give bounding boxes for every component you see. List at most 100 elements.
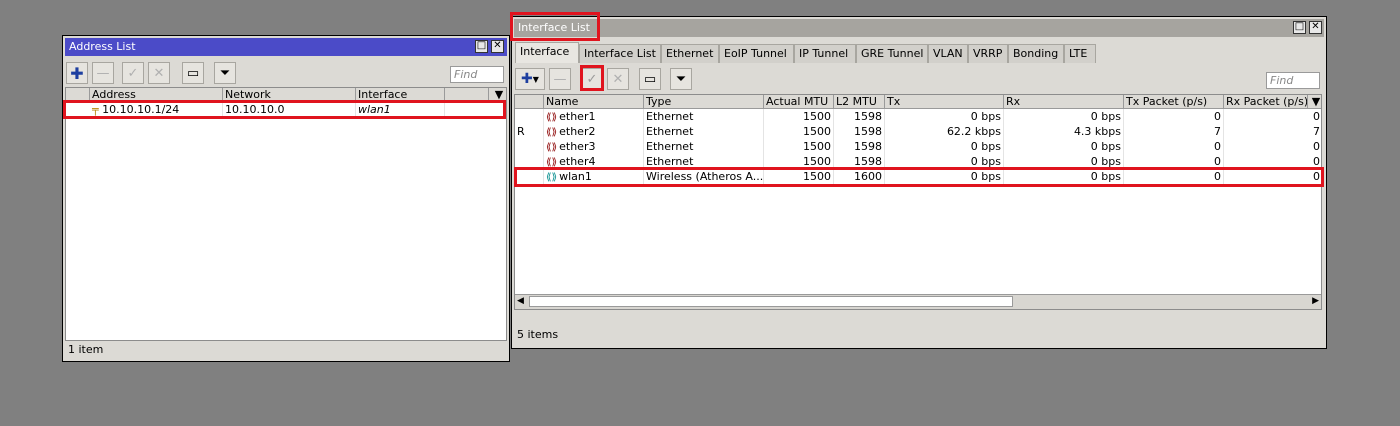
type-cell: Wireless (Atheros A... [646,169,764,184]
name-cell: ⟪⟫ ether2 [544,124,644,139]
address-find-input[interactable]: Find [450,66,504,83]
tx-cell: 0 bps [885,169,1004,184]
tab-bar: Interface Interface List Ethernet EoIP T… [515,42,1315,64]
address-list-titlebar[interactable]: Address List □ ✕ [65,38,507,56]
interface-list-window[interactable]: Interface List □ ✕ Interface Interface L… [511,16,1327,349]
interface-table[interactable]: Name Type Actual MTU L2 MTU Tx Rx Tx Pac… [514,94,1322,310]
table-row[interactable]: ⟪⟫ ether3 Ethernet 1500 1598 0 bps 0 bps 0 0 [515,139,1321,154]
close-icon[interactable]: ✕ [1309,21,1322,34]
rx-pkt-cell: 0 [1224,169,1321,184]
interface-list-title: Interface List [518,21,590,34]
tab-lte[interactable]: LTE [1064,44,1096,63]
column-chooser-icon[interactable]: ▼ [1308,95,1321,109]
close-icon[interactable]: ✕ [491,40,504,53]
ethernet-interface-icon: ⟪⟫ [546,142,558,153]
table-row[interactable]: ⟪⟫ ether4 Ethernet 1500 1598 0 bps 0 bps 0 0 [515,154,1321,169]
l2-mtu-cell: 1598 [834,109,885,124]
column-address[interactable]: Address [90,88,223,102]
interface-list-titlebar[interactable]: Interface List □ ✕ [514,19,1324,37]
column-type[interactable]: Type [644,95,764,109]
type-cell: Ethernet [644,109,764,124]
table-row[interactable]: ⟪⟫ ether1 Ethernet 1500 1598 0 bps 0 bps 0 0 [515,109,1321,124]
rx-pkt-cell: 0 [1224,139,1321,154]
interface-cell: wlan1 [356,102,445,117]
address-cell: ╤ 10.10.10.1/24 [90,102,223,117]
maximize-icon[interactable]: □ [1293,21,1306,34]
remove-button[interactable]: — [92,62,114,84]
actual-mtu-cell: 1500 [764,109,834,124]
horizontal-scrollbar[interactable]: ◀ ▶ [515,294,1321,309]
tab-vlan[interactable]: VLAN [928,44,968,63]
column-chooser-icon[interactable]: ▼ [489,88,506,102]
interface-find-input[interactable]: Find [1266,72,1320,89]
address-table[interactable]: Address Network Interface ▼ ╤ 10.10.10.1… [65,87,507,341]
column-l2-mtu[interactable]: L2 MTU [834,95,885,109]
table-row[interactable]: R ⟪⟫ ether2 Ethernet 1500 1598 62.2 kbps 4.3 kb… [515,124,1321,139]
scroll-left-icon[interactable]: ◀ [517,296,524,306]
tab-eoip-tunnel[interactable]: EoIP Tunnel [719,44,794,63]
address-list-title: Address List [69,40,136,53]
remove-button[interactable]: — [549,68,571,90]
enable-button[interactable]: ✓ [581,68,603,90]
tab-ip-tunnel[interactable]: IP Tunnel [794,44,856,63]
type-cell: Ethernet [644,139,764,154]
column-name[interactable]: Name [544,95,644,109]
l2-mtu-cell: 1598 [834,139,885,154]
tx-pkt-cell: 0 [1124,169,1224,184]
enable-button[interactable]: ✓ [122,62,144,84]
network-cell: 10.10.10.0 [223,102,356,117]
rx-cell: 0 bps [1004,154,1124,169]
column-rx-packet[interactable]: Rx Packet (p/s) [1224,95,1308,109]
table-row[interactable]: ╤ 10.10.10.1/24 10.10.10.0 wlan1 [66,102,506,117]
column-rx[interactable]: Rx [1004,95,1124,109]
column-interface[interactable]: Interface [356,88,445,102]
column-actual-mtu[interactable]: Actual MTU [764,95,834,109]
filter-button[interactable]: ⏷ [670,68,692,90]
disable-button[interactable]: ✕ [148,62,170,84]
ethernet-interface-icon: ⟪⟫ [546,127,558,138]
address-icon: ╤ [92,103,99,116]
column-extra[interactable] [445,88,489,102]
scroll-right-icon[interactable]: ▶ [1312,296,1319,306]
tab-interface-list[interactable]: Interface List [579,44,661,63]
column-tx-packet[interactable]: Tx Packet (p/s) [1124,95,1224,109]
tx-cell: 0 bps [885,109,1004,124]
tx-pkt-cell: 0 [1124,109,1224,124]
tab-ethernet[interactable]: Ethernet [661,44,719,63]
column-flag[interactable] [66,88,90,102]
scrollbar-thumb[interactable] [529,296,1013,307]
rx-pkt-cell: 0 [1224,109,1321,124]
tab-bonding[interactable]: Bonding [1008,44,1064,63]
flag-cell: R [515,124,544,139]
column-flag[interactable] [515,95,544,109]
address-status: 1 item [68,343,104,356]
type-cell: Ethernet [644,154,764,169]
tab-vrrp[interactable]: VRRP [968,44,1008,63]
tab-gre-tunnel[interactable]: GRE Tunnel [856,44,928,63]
name-cell: ⟪⟫ ether3 [544,139,644,154]
address-list-window[interactable]: Address List □ ✕ ✚ — ✓ ✕ ▭ ⏷ Find Addres… [62,35,510,362]
table-row[interactable]: ⟪⟫ wlan1 Wireless (Atheros A... 1500 1600 0 b… [515,169,1321,184]
column-network[interactable]: Network [223,88,356,102]
interface-status: 5 items [517,328,559,341]
disable-button[interactable]: ✕ [607,68,629,90]
add-dropdown-button[interactable]: ✚ ▼ [515,68,545,90]
l2-mtu-cell: 1598 [834,124,885,139]
tx-pkt-cell: 0 [1124,139,1224,154]
maximize-icon[interactable]: □ [475,40,488,53]
wireless-interface-icon: ⟪⟫ [546,172,558,183]
flag-cell [515,109,544,124]
add-button[interactable]: ✚ [66,62,88,84]
comment-button[interactable]: ▭ [182,62,204,84]
actual-mtu-cell: 1500 [764,124,834,139]
tx-cell: 62.2 kbps [885,124,1004,139]
rx-pkt-cell: 0 [1224,154,1321,169]
tab-interface[interactable]: Interface [515,42,579,63]
type-cell: Ethernet [644,124,764,139]
column-tx[interactable]: Tx [885,95,1004,109]
filter-button[interactable]: ⏷ [214,62,236,84]
rx-cell: 0 bps [1004,169,1124,184]
tx-cell: 0 bps [885,154,1004,169]
comment-button[interactable]: ▭ [639,68,661,90]
interface-rows: ⟪⟫ ether1 Ethernet 1500 1598 0 bps 0 bps 0 0 R ⟪⟫ e… [515,109,1321,199]
